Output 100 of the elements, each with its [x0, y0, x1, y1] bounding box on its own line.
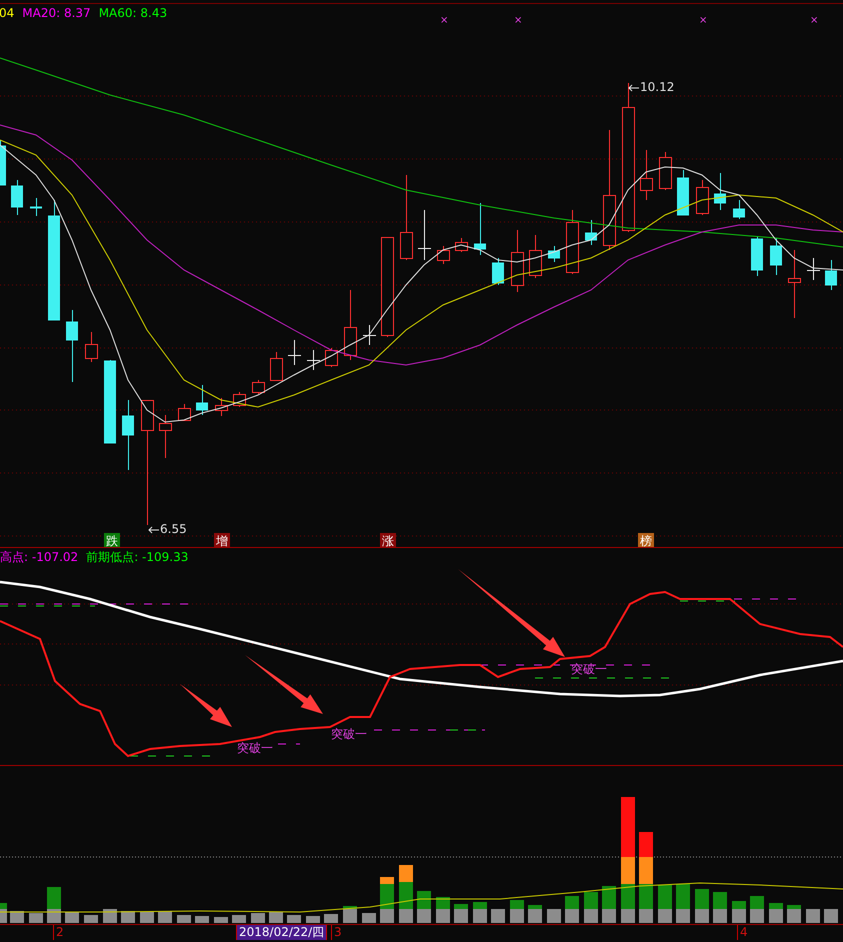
legend-value: MA20: 8.37 [22, 6, 91, 20]
signal-tag: 增 [214, 533, 230, 547]
candlestick [85, 332, 98, 362]
volume-bar [0, 903, 7, 923]
candlestick [306, 350, 320, 370]
candlestick [511, 230, 524, 292]
volume-bar [121, 911, 135, 923]
arrow-icon [628, 84, 640, 92]
candlestick [696, 180, 709, 216]
candlestick [122, 400, 134, 470]
candlestick [659, 152, 672, 190]
volume-bar [732, 901, 746, 923]
candlestick [548, 246, 560, 262]
volume-bar [380, 877, 394, 923]
volume-bar [547, 909, 561, 923]
volume-bar [565, 896, 579, 923]
volume-bar [324, 914, 338, 923]
volume-bar [287, 915, 301, 923]
volume-bar [436, 897, 450, 923]
arrow-icon [180, 684, 232, 727]
candlestick [751, 236, 763, 276]
candlestick [11, 180, 23, 216]
volume-bar [29, 913, 43, 923]
candlestick [566, 210, 579, 274]
candlestick [196, 384, 208, 416]
volume-bar [602, 886, 616, 923]
candlestick [825, 260, 837, 290]
volume-bar [806, 909, 820, 923]
volume-bar [454, 904, 468, 923]
candlestick [770, 238, 782, 276]
signal-tag: 涨 [380, 533, 396, 547]
volume-bar [750, 896, 764, 923]
candlestick [529, 234, 542, 278]
candlestick [30, 198, 42, 216]
legend-value: MA60: 8.43 [98, 6, 168, 20]
candlestick [437, 246, 450, 264]
candlestick [788, 250, 801, 318]
candlestick [270, 352, 283, 381]
arrow-icon [148, 526, 160, 534]
volume-bar [232, 915, 246, 923]
breakout-label: 突破一 [571, 662, 607, 676]
volume-bar [306, 916, 320, 923]
volume-bar [10, 911, 24, 923]
candlestick [455, 238, 468, 252]
candlestick [362, 324, 376, 346]
volume-bar [769, 903, 783, 923]
date-label: 2 [53, 925, 64, 940]
volume-bar [362, 913, 376, 923]
candlestick [325, 348, 338, 368]
candlestick [418, 210, 432, 260]
candlestick [585, 220, 597, 246]
volume-bar [269, 912, 283, 923]
volume-bar [343, 906, 357, 923]
candlestick [288, 340, 302, 366]
volume-bar [584, 892, 598, 923]
signal-mark: × [810, 15, 818, 27]
volume-bar [510, 900, 524, 923]
volume-bar [103, 909, 117, 923]
legend-value: 04 [0, 6, 14, 20]
legend-value: 前期低点: -109.33 [86, 550, 188, 564]
volume-bar [417, 891, 431, 923]
volume-bar [177, 915, 191, 923]
arrow-icon [245, 655, 323, 714]
volume-bar [195, 916, 209, 923]
signal-mark: × [440, 15, 448, 27]
candlestick [344, 290, 357, 360]
volume-bar [787, 905, 801, 923]
volume-bar [65, 912, 79, 923]
candlestick [677, 170, 689, 216]
breakout-label: 突破一 [237, 741, 273, 755]
volume-bar [491, 909, 505, 923]
volume-bar [658, 885, 672, 923]
candlestick [0, 140, 6, 186]
volume-bar [84, 915, 98, 923]
candlestick [178, 404, 191, 421]
candlestick [640, 150, 653, 200]
volume-bar [140, 912, 154, 923]
date-label: 2018/02/22/四 [236, 925, 328, 940]
price-label: 6.55 [160, 522, 187, 537]
volume-bar [713, 892, 727, 923]
price-label: 10.12 [640, 80, 674, 95]
candlestick [252, 380, 265, 394]
candlestick [806, 258, 820, 280]
volume-bar [473, 902, 487, 923]
date-label: 3 [331, 925, 342, 940]
legend-value: 高点: -107.02 [0, 550, 78, 564]
arrow-icon [458, 569, 565, 657]
candlestick [474, 202, 486, 256]
volume-bar [824, 909, 838, 923]
volume-bar [528, 905, 542, 923]
breakout-label: 突破一 [331, 727, 367, 741]
volume-bar [399, 865, 413, 923]
volume-bar [47, 887, 61, 923]
candlestick [215, 398, 228, 416]
candlestick [492, 258, 504, 286]
volume-bar [214, 917, 228, 923]
signal-tag: 跌 [104, 533, 120, 547]
volume-bar [695, 889, 709, 923]
candlestick [714, 172, 726, 210]
signal-mark: × [514, 15, 522, 27]
